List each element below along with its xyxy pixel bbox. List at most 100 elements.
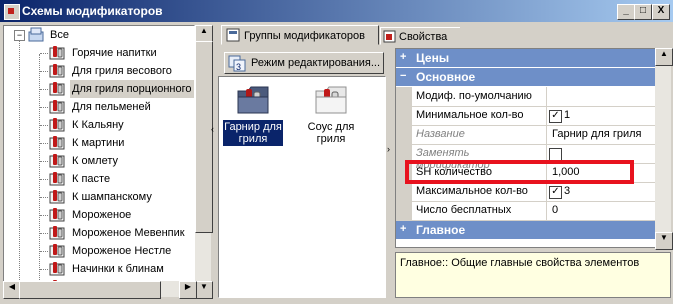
property-name: Минимальное кол-во bbox=[416, 109, 524, 121]
tree-item-label: К Кальяну bbox=[72, 119, 124, 131]
modifier-scheme-icon bbox=[49, 262, 65, 276]
modifier-scheme-icon bbox=[49, 190, 65, 204]
expand-icon[interactable]: + bbox=[400, 51, 410, 63]
splitter-collapse-right-icon[interactable]: › bbox=[387, 140, 394, 158]
modifier-scheme-icon bbox=[49, 64, 65, 78]
category-label: Цены bbox=[416, 51, 450, 65]
tab-properties[interactable]: Свойства bbox=[380, 27, 460, 45]
tree-item[interactable]: Мороженое bbox=[4, 206, 194, 224]
scroll-down-icon[interactable]: ▼ bbox=[195, 281, 213, 299]
edit-mode-icon: 3 bbox=[228, 55, 246, 72]
property-row[interactable]: Модиф. по-умолчанию bbox=[396, 87, 670, 107]
tree-item[interactable]: Горячие напитки bbox=[4, 44, 194, 62]
modifier-schemes-tree[interactable]: − Все Горячие напитки Для гриля весового Д… bbox=[3, 25, 195, 297]
property-grid[interactable]: + Цены − Основное Модиф. по-умолчанию Мин… bbox=[395, 48, 671, 248]
highlight-box bbox=[405, 160, 634, 184]
tab-properties-label: Свойства bbox=[399, 31, 448, 43]
property-name: Название bbox=[416, 128, 465, 140]
close-button[interactable]: X bbox=[652, 4, 670, 20]
property-checkbox[interactable]: ✓ bbox=[549, 110, 562, 123]
property-grid-scrollbar[interactable]: ▲ ▼ bbox=[655, 48, 673, 250]
tree-item[interactable]: К шампанскому bbox=[4, 188, 194, 206]
app-icon bbox=[4, 4, 20, 20]
tree-item[interactable]: Начинки к блинам bbox=[4, 260, 194, 278]
scroll-down-icon[interactable]: ▼ bbox=[655, 232, 673, 250]
tree-item[interactable]: К Кальяну bbox=[4, 116, 194, 134]
modifier-scheme-icon bbox=[49, 82, 65, 96]
maximize-button[interactable]: □ bbox=[634, 4, 652, 20]
property-name: Число бесплатных bbox=[416, 204, 512, 216]
svg-text:3: 3 bbox=[236, 62, 241, 72]
folder-tree-icon bbox=[28, 27, 44, 42]
group-item-label: Гарнир для гриля bbox=[223, 120, 283, 146]
modifier-scheme-icon bbox=[49, 136, 65, 150]
groups-tab-icon bbox=[226, 28, 240, 42]
hscroll-thumb[interactable] bbox=[19, 281, 161, 299]
property-checkbox[interactable]: ✓ bbox=[549, 186, 562, 199]
scroll-right-icon[interactable]: ▶ bbox=[179, 281, 197, 299]
modifier-scheme-icon bbox=[49, 118, 65, 132]
group-item[interactable]: Гарнир для гриля bbox=[223, 81, 283, 146]
tree-item-label: Для гриля весового bbox=[72, 65, 172, 77]
tree-item-label: Мороженое Нестле bbox=[72, 245, 172, 257]
property-row[interactable]: Число бесплатных 0 bbox=[396, 201, 670, 221]
tree-item[interactable]: Для гриля весового bbox=[4, 62, 194, 80]
group-folder-icon bbox=[237, 86, 269, 114]
minimize-button[interactable]: _ bbox=[617, 4, 635, 20]
group-folder-icon bbox=[315, 86, 347, 114]
splitter-collapse-left-icon[interactable]: ‹ bbox=[211, 120, 218, 138]
edit-mode-button[interactable]: 3 Режим редактирования... bbox=[224, 52, 384, 74]
property-name: Максимальное кол-во bbox=[416, 185, 528, 197]
tree-item[interactable]: К омлету bbox=[4, 152, 194, 170]
tab-modifier-groups[interactable]: Группы модификаторов bbox=[221, 25, 379, 45]
category-label: Основное bbox=[416, 70, 476, 84]
window-title: Схемы модификаторов bbox=[22, 4, 163, 18]
modifier-scheme-icon bbox=[49, 208, 65, 222]
tree-item[interactable]: Для гриля порционного bbox=[4, 80, 194, 98]
tree-item-label: К омлету bbox=[72, 155, 118, 167]
tree-item[interactable]: К пасте bbox=[4, 170, 194, 188]
tree-item-label: Мороженое bbox=[72, 209, 132, 221]
tree-scrollbar[interactable]: ▲ ▼ bbox=[195, 25, 213, 299]
tree-hscrollbar[interactable]: ◀ ▶ bbox=[3, 281, 197, 299]
tab-modifier-groups-label: Группы модификаторов bbox=[244, 30, 365, 42]
property-value[interactable]: 1 bbox=[564, 109, 570, 121]
property-row[interactable]: Максимальное кол-во ✓ 3 bbox=[396, 182, 670, 202]
tree-item-label: Мороженое Мевенпик bbox=[72, 227, 185, 239]
expand-icon[interactable]: + bbox=[400, 223, 410, 235]
edit-mode-label: Режим редактирования... bbox=[251, 57, 381, 69]
tree-item-label: К мартини bbox=[72, 137, 125, 149]
tree-item-label: Для гриля порционного bbox=[70, 80, 194, 98]
category-main[interactable]: − Основное bbox=[396, 68, 670, 86]
tree-item-label: К пасте bbox=[72, 173, 111, 185]
modifier-scheme-icon bbox=[49, 244, 65, 258]
tree-item-label: Для пельменей bbox=[72, 101, 151, 113]
category-general[interactable]: + Главное bbox=[396, 221, 670, 239]
modifier-scheme-icon bbox=[49, 46, 65, 60]
properties-tab-icon bbox=[383, 30, 396, 43]
tree-item[interactable]: Мороженое Мевенпик bbox=[4, 224, 194, 242]
property-name: Модиф. по-умолчанию bbox=[416, 90, 532, 102]
category-prices[interactable]: + Цены bbox=[396, 49, 670, 67]
collapse-icon[interactable]: − bbox=[400, 70, 410, 82]
category-label: Главное bbox=[416, 223, 466, 237]
modifier-scheme-icon bbox=[49, 154, 65, 168]
tree-item[interactable]: Для пельменей bbox=[4, 98, 194, 116]
property-row[interactable]: Название Гарнир для гриля bbox=[396, 125, 670, 145]
modifier-scheme-icon bbox=[49, 172, 65, 186]
modifier-scheme-icon bbox=[49, 100, 65, 114]
property-value: Гарнир для гриля bbox=[552, 128, 642, 140]
tree-root-label: Все bbox=[50, 29, 69, 41]
tree-item[interactable]: Мороженое Нестле bbox=[4, 242, 194, 260]
group-item[interactable]: Соус для гриля bbox=[301, 81, 361, 146]
collapse-icon[interactable]: − bbox=[14, 30, 25, 41]
property-value[interactable]: 3 bbox=[564, 185, 570, 197]
property-row[interactable]: Минимальное кол-во ✓ 1 bbox=[396, 106, 670, 126]
modifier-groups-panel[interactable]: Гарнир для гриля Соус для гриля bbox=[218, 76, 386, 298]
tree-item[interactable]: К мартини bbox=[4, 134, 194, 152]
tree-item-label: К шампанскому bbox=[72, 191, 152, 203]
window-title-bar: Схемы модификаторов _ □ X bbox=[0, 0, 673, 22]
scroll-up-icon[interactable]: ▲ bbox=[655, 48, 673, 66]
group-item-label: Соус для гриля bbox=[307, 121, 355, 145]
property-value[interactable]: 0 bbox=[552, 204, 558, 216]
